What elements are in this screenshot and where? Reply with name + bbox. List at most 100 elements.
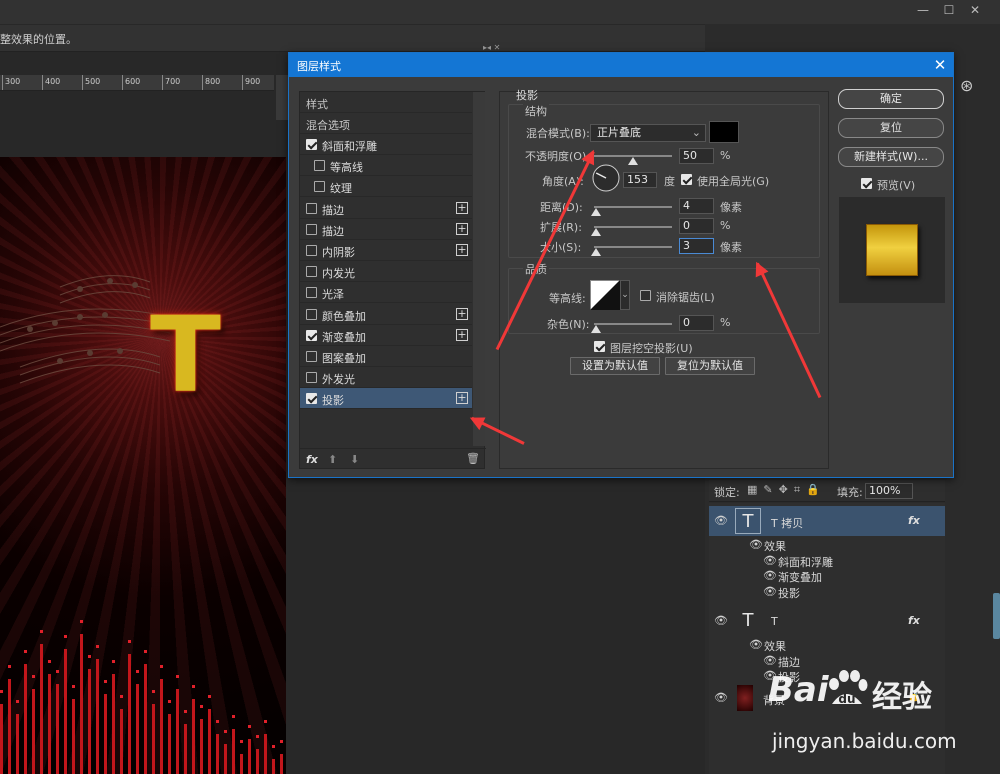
visibility-eye-icon[interactable]: 👁 [714,614,728,627]
maximize-icon[interactable]: ☐ [940,3,958,17]
close-app-icon[interactable]: ✕ [966,3,984,17]
preview-checkbox[interactable] [861,178,872,189]
panel-collapse-strip[interactable] [276,75,288,120]
style-item-checkbox[interactable] [306,139,317,150]
size-slider[interactable] [594,246,672,248]
style-item[interactable]: 纹理 [300,176,472,198]
style-item[interactable]: 等高线 [300,155,472,177]
styles-header[interactable]: 样式 [300,92,472,113]
effect-row[interactable]: 👁 投影 [709,583,945,601]
layer-row[interactable]: 👁 T T 拷贝 fx [709,506,945,536]
size-input[interactable]: 3 [679,238,714,254]
noise-slider[interactable] [594,323,672,325]
add-style-icon[interactable]: + [456,244,468,256]
opacity-slider-thumb[interactable] [628,157,638,165]
add-style-icon[interactable]: + [456,328,468,341]
trash-icon[interactable]: 🗑 [466,452,480,465]
add-style-icon[interactable]: + [456,201,468,214]
reset-button[interactable]: 复位 [838,118,944,138]
panel-scroll-handle[interactable] [993,593,1000,639]
ok-button[interactable]: 确定 [838,89,944,109]
new-style-button[interactable]: 新建样式(W)... [838,147,944,167]
style-item-checkbox[interactable] [314,160,325,172]
visibility-eye-icon[interactable]: 👁 [763,654,777,667]
visibility-eye-icon[interactable]: 👁 [749,538,763,551]
style-item-checkbox[interactable] [306,223,317,235]
ruler-tick-line [42,75,43,90]
angle-input[interactable]: 153 [623,172,657,188]
image-canvas[interactable]: T [0,157,286,774]
visibility-eye-icon[interactable]: 👁 [749,638,763,651]
style-item-checkbox[interactable] [306,308,317,320]
style-item-checkbox[interactable] [306,287,317,299]
distance-input[interactable]: 4 [679,198,714,214]
style-item-checkbox[interactable] [306,393,317,405]
style-item[interactable]: 描边 + [300,198,472,219]
blend-options-item[interactable]: 混合选项 [300,113,472,134]
noise-slider-thumb[interactable] [591,325,601,333]
size-slider-thumb[interactable] [591,248,601,256]
add-style-icon[interactable]: + [456,392,468,405]
add-style-icon[interactable]: + [456,307,468,320]
set-default-button[interactable]: 设置为默认值 [570,357,660,375]
style-item[interactable]: 描边 + [300,219,472,240]
noise-input[interactable]: 0 [679,315,714,331]
style-item[interactable]: 内阴影 + [300,240,472,261]
global-light-checkbox[interactable] [681,174,692,185]
fx-menu-icon[interactable]: fx [306,453,318,466]
lock-icons[interactable]: ▦✎✥⌗🔒 [747,483,826,497]
layer-row[interactable]: 👁 T Tfx [709,606,945,636]
style-item[interactable]: 外发光 [300,367,472,389]
style-item-checkbox[interactable] [306,372,317,384]
close-icon[interactable]: ✕ [929,55,951,75]
style-item-checkbox[interactable] [306,245,317,256]
visibility-eye-icon[interactable]: 👁 [763,554,777,567]
equalizer-bar [184,724,187,774]
fill-input[interactable]: 100% [865,483,913,499]
style-item[interactable]: 内发光 [300,261,472,283]
knockout-checkbox[interactable] [594,341,605,352]
style-item[interactable]: 图案叠加 [300,346,472,367]
style-item-checkbox[interactable] [306,202,317,214]
equalizer-bar [72,699,75,774]
dialog-title-bar[interactable]: 图层样式 ✕ [289,53,953,77]
style-item[interactable]: 渐变叠加 + [300,325,472,346]
move-up-icon[interactable]: ⬆ [328,453,337,466]
contour-dropdown-icon[interactable]: ⌄ [620,280,630,310]
contour-preview[interactable] [590,280,620,310]
move-down-icon[interactable]: ⬇ [350,453,359,466]
layer-fx-badge[interactable]: fx [908,614,920,627]
add-style-icon[interactable]: + [456,222,468,235]
visibility-eye-icon[interactable]: 👁 [714,691,728,704]
antialias-checkbox[interactable] [640,290,651,301]
style-item-label: 外发光 [322,373,355,387]
style-item-checkbox[interactable] [306,329,317,341]
spread-slider[interactable] [594,226,672,228]
style-item[interactable]: 颜色叠加 + [300,304,472,325]
fill-label: 填充: [837,486,863,499]
style-item[interactable]: 投影 + [300,388,472,410]
style-item[interactable]: 斜面和浮雕 [300,134,472,155]
blend-mode-select[interactable]: 正片叠底 ⌄ [590,124,706,142]
creative-cloud-icon[interactable]: ⊛ [960,76,978,95]
style-item-checkbox[interactable] [314,181,325,193]
visibility-eye-icon[interactable]: 👁 [763,585,777,598]
list-scrollbar[interactable] [473,92,485,446]
opacity-input[interactable]: 50 [679,148,714,164]
spread-input[interactable]: 0 [679,218,714,234]
visibility-eye-icon[interactable]: 👁 [763,569,777,582]
distance-slider-thumb[interactable] [591,208,601,216]
equalizer-peak [0,690,3,693]
visibility-eye-icon[interactable]: 👁 [714,514,728,527]
distance-slider[interactable] [594,206,672,208]
style-item[interactable]: 光泽 [300,282,472,304]
shadow-color-swatch[interactable] [709,121,739,143]
angle-dial[interactable] [591,163,621,193]
equalizer-peak [136,670,139,673]
spread-slider-thumb[interactable] [591,228,601,236]
minimize-icon[interactable]: — [914,3,932,17]
reset-default-button[interactable]: 复位为默认值 [665,357,755,375]
style-item-checkbox[interactable] [306,351,317,362]
layer-fx-badge[interactable]: fx [908,514,920,527]
style-item-checkbox[interactable] [306,266,317,278]
